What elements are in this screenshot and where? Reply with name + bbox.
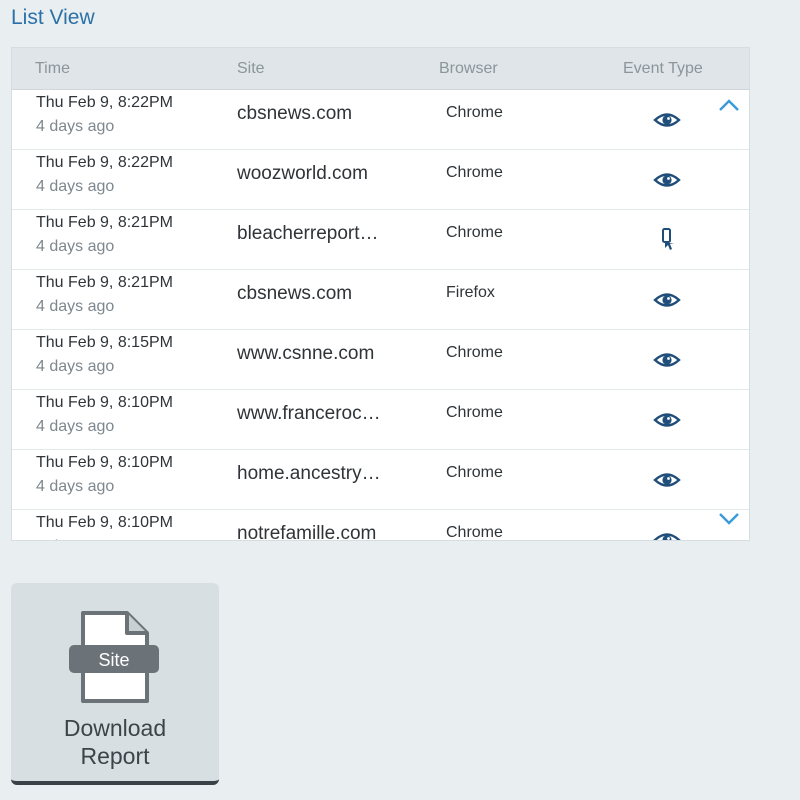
table-header: Time Site Browser Event Type [12,48,749,90]
row-browser: Chrome [446,104,503,121]
row-relative-time: 4 days ago [36,418,115,435]
row-relative-time: 4 days ago [36,238,115,255]
download-label-line-1: Download [63,715,167,741]
click-icon [652,228,682,252]
download-label-line-2: Report [80,743,150,769]
table-body: Thu Feb 9, 8:22PM 4 days ago cbsnews.com Ch… [12,90,749,541]
row-site: www.csnne.com [237,343,375,364]
row-browser: Chrome [446,404,503,421]
site-document-icon: Site [69,611,161,708]
row-site: woozworld.com [237,163,368,184]
row-site: cbsnews.com [237,283,353,304]
eye-icon [652,288,682,312]
row-browser: Chrome [446,344,503,361]
row-site: bleacherreport… [237,223,379,244]
row-browser: Chrome [446,524,503,541]
row-date: Thu Feb 9, 8:15PM [36,334,173,351]
eye-icon [652,108,682,132]
table-row[interactable]: Thu Feb 9, 8:21PM 4 days ago bleacherrepor… [12,210,749,270]
row-site: notrefamille.com [237,523,377,541]
column-header-site[interactable]: Site [237,60,265,78]
row-date: Thu Feb 9, 8:10PM [36,394,173,411]
table-row[interactable]: Thu Feb 9, 8:21PM 4 days ago cbsnews.com Fi… [12,270,749,330]
column-header-time[interactable]: Time [35,60,70,78]
table-row[interactable]: Thu Feb 9, 8:15PM 4 days ago www.csnne.com… [12,330,749,390]
list-view-panel: Time Site Browser Event Type Thu Feb 9, … [11,47,750,541]
column-header-event-type[interactable]: Event Type [623,60,703,78]
row-site: www.franceroc… [237,403,381,424]
eye-icon [652,408,682,432]
table-row[interactable]: Thu Feb 9, 8:22PM 4 days ago woozworld.com… [12,150,749,210]
row-browser: Chrome [446,224,503,241]
row-site: home.ancestry… [237,463,381,484]
eye-icon [652,528,682,540]
row-date: Thu Feb 9, 8:22PM [36,94,173,111]
eye-icon [652,168,682,192]
row-browser: Chrome [446,164,503,181]
table-row[interactable]: Thu Feb 9, 8:10PM 4 days ago home.ancestry… [12,450,749,510]
row-site: cbsnews.com [237,103,353,124]
row-relative-time: 4 days ago [36,358,115,375]
site-tag-label: Site [98,650,130,670]
row-date: Thu Feb 9, 8:21PM [36,274,173,291]
row-relative-time: 4 days ago [36,478,115,495]
table-row[interactable]: Thu Feb 9, 8:22PM 4 days ago cbsnews.com Ch… [12,90,749,150]
row-relative-time: 4 days ago [36,538,114,540]
row-date: Thu Feb 9, 8:10PM [36,514,173,531]
scroll-up-chevron-icon[interactable] [718,98,740,112]
row-relative-time: 4 days ago [36,118,115,135]
eye-icon [652,468,682,492]
row-date: Thu Feb 9, 8:21PM [36,214,173,231]
eye-icon [652,348,682,372]
row-date: Thu Feb 9, 8:22PM [36,154,173,171]
row-date: Thu Feb 9, 8:10PM [36,454,173,471]
scroll-down-chevron-icon[interactable] [718,512,740,526]
row-browser: Firefox [446,284,495,301]
table-row[interactable]: Thu Feb 9, 8:10PM 4 days ago www.franceroc… [12,390,749,450]
row-browser: Chrome [446,464,503,481]
page-title: List View [11,6,95,29]
row-relative-time: 4 days ago [36,178,115,195]
download-report-label: Download Report [11,714,219,770]
download-report-button[interactable]: Site Download Report [11,583,219,785]
table-row[interactable]: Thu Feb 9, 8:10PM 4 days ago notrefamille.… [12,510,749,541]
row-relative-time: 4 days ago [36,298,115,315]
column-header-browser[interactable]: Browser [439,60,498,78]
